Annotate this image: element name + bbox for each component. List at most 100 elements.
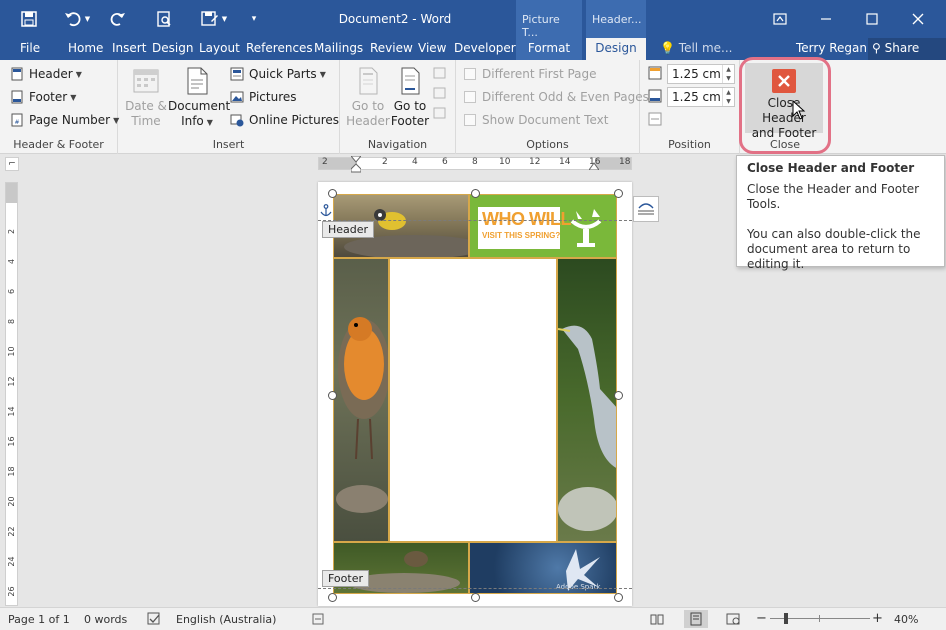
tooltip: Close Header and Footer Close the Header… <box>736 155 945 271</box>
tab-mailings[interactable]: Mailings <box>310 38 367 60</box>
save-icon[interactable] <box>18 8 40 30</box>
tab-file[interactable]: File <box>16 38 44 60</box>
go-to-header-button[interactable]: Go to Header <box>344 64 392 136</box>
resize-handle[interactable] <box>614 593 623 602</box>
redo-icon[interactable] <box>108 8 128 30</box>
footer-position-input[interactable]: 1.25 cm ▲ ▼ <box>667 87 735 107</box>
checkbox-box <box>464 114 476 126</box>
date-time-button[interactable]: Date & Time <box>122 64 170 136</box>
page-number-button[interactable]: # Page Number ▼ <box>10 110 119 130</box>
different-odd-even-checkbox[interactable]: Different Odd & Even Pages <box>464 87 649 107</box>
different-odd-even-label: Different Odd & Even Pages <box>482 90 649 104</box>
ruler-tick: 8 <box>472 157 478 167</box>
ribbon-display-icon[interactable] <box>760 6 800 32</box>
read-mode-icon[interactable] <box>650 612 664 626</box>
spin-arrows[interactable]: ▲ ▼ <box>722 88 734 106</box>
macro-recording-icon[interactable] <box>312 613 324 625</box>
zoom-level[interactable]: 40% <box>894 613 918 626</box>
indent-marker-icon[interactable] <box>351 156 361 173</box>
footer-area-label[interactable]: Footer <box>322 570 369 587</box>
close-icon[interactable] <box>898 6 938 32</box>
right-indent-marker-icon[interactable] <box>589 161 599 170</box>
flyer-content-area[interactable] <box>389 258 557 542</box>
header-button[interactable]: Header ▼ <box>10 64 82 84</box>
quick-parts-icon <box>230 67 244 81</box>
photo-flower[interactable]: Adobe Spark <box>469 542 617 594</box>
tooltip-title: Close Header and Footer <box>747 161 915 175</box>
layout-options-button[interactable] <box>633 196 659 222</box>
ruler-tick: 22 <box>7 526 16 537</box>
save-as-icon[interactable]: ▼ <box>196 8 232 30</box>
resize-handle[interactable] <box>328 391 337 400</box>
tab-design[interactable]: Design <box>148 38 197 60</box>
tab-insert[interactable]: Insert <box>108 38 150 60</box>
header-footer-tools-context-label: Header... <box>586 0 646 38</box>
web-layout-icon[interactable] <box>726 612 740 626</box>
pictures-button[interactable]: Pictures <box>230 87 297 107</box>
header-position-input[interactable]: 1.25 cm ▲ ▼ <box>667 64 735 84</box>
zoom-out-icon[interactable]: − <box>756 611 767 626</box>
online-pictures-button[interactable]: Online Pictures <box>230 110 339 130</box>
language[interactable]: English (Australia) <box>176 613 276 626</box>
tab-format[interactable]: Format <box>516 38 582 60</box>
go-to-footer-button[interactable]: Go to Footer <box>386 64 434 136</box>
header-area-label[interactable]: Header <box>322 221 375 238</box>
tab-header-footer-design[interactable]: Design <box>586 38 646 60</box>
group-label-header-footer: Header & Footer <box>13 138 104 151</box>
tab-developer[interactable]: Developer <box>450 38 520 60</box>
print-preview-icon[interactable] <box>153 8 175 30</box>
zoom-slider-thumb[interactable] <box>784 613 788 624</box>
undo-icon[interactable]: ▼ <box>60 8 94 30</box>
calendar-icon <box>133 69 159 93</box>
resize-handle[interactable] <box>614 189 623 198</box>
tab-references[interactable]: References <box>242 38 317 60</box>
tell-me-box[interactable]: 💡 Tell me... <box>656 38 736 60</box>
footer-button[interactable]: Footer ▼ <box>10 87 76 107</box>
footer-position-value: 1.25 cm <box>672 90 721 104</box>
tab-selector[interactable]: ⌐ <box>5 157 19 171</box>
customize-qat-icon[interactable]: ▾ <box>246 8 262 30</box>
group-position: 1.25 cm ▲ ▼ 1.25 cm ▲ ▼ Position <box>640 60 740 154</box>
photo-heron[interactable] <box>557 258 617 542</box>
resize-handle[interactable] <box>471 593 480 602</box>
tab-review[interactable]: Review <box>366 38 417 60</box>
person-icon: ⚲ <box>872 41 881 55</box>
maximize-icon[interactable] <box>852 6 892 32</box>
resize-handle[interactable] <box>471 189 480 198</box>
tab-home[interactable]: Home <box>64 38 107 60</box>
proofing-icon[interactable] <box>147 612 161 626</box>
horizontal-ruler[interactable]: 2 2 4 6 8 10 12 14 16 18 <box>318 156 632 173</box>
photo-robin[interactable] <box>333 258 389 542</box>
resize-handle[interactable] <box>328 593 337 602</box>
svg-text:#: # <box>14 119 19 126</box>
page-count[interactable]: Page 1 of 1 <box>8 613 70 626</box>
document-info-label-1: Document <box>168 99 231 113</box>
document-page[interactable]: WHO WILL VISIT THIS SPRING? Adobe Spark … <box>318 182 632 606</box>
tab-layout[interactable]: Layout <box>195 38 244 60</box>
flyer-banner[interactable]: WHO WILL VISIT THIS SPRING? <box>469 194 617 258</box>
zoom-slider[interactable] <box>770 613 870 624</box>
group-header-footer: Header ▼ Footer ▼ # Page Number ▼ Header & … <box>0 60 119 154</box>
ruler-tick: 12 <box>7 376 16 387</box>
footer-boundary-line <box>318 588 632 589</box>
print-layout-icon <box>690 612 702 626</box>
vertical-ruler[interactable]: 2 4 6 8 10 12 14 16 18 20 22 24 26 <box>5 182 18 606</box>
tooltip-line-2: You can also double-click the document a… <box>747 227 921 271</box>
print-layout-button[interactable] <box>684 610 708 628</box>
quick-parts-button[interactable]: Quick Parts ▼ <box>230 64 326 84</box>
document-info-button[interactable]: Document Info ▼ <box>168 64 231 136</box>
spin-arrows[interactable]: ▲ ▼ <box>722 65 734 83</box>
resize-handle[interactable] <box>328 189 337 198</box>
share-button[interactable]: ⚲ Share <box>868 38 946 60</box>
insert-alignment-tab-icon[interactable] <box>648 112 662 126</box>
different-first-page-checkbox[interactable]: Different First Page <box>464 64 597 84</box>
zoom-in-icon[interactable]: + <box>872 611 883 626</box>
word-count[interactable]: 0 words <box>84 613 127 626</box>
resize-handle[interactable] <box>614 391 623 400</box>
date-time-label-2: Time <box>131 114 161 128</box>
tab-view[interactable]: View <box>414 38 450 60</box>
show-document-text-checkbox[interactable]: Show Document Text <box>464 110 608 130</box>
ruler-tick: 2 <box>7 228 16 235</box>
previous-next-link-icon <box>433 67 446 119</box>
minimize-icon[interactable] <box>806 6 846 32</box>
